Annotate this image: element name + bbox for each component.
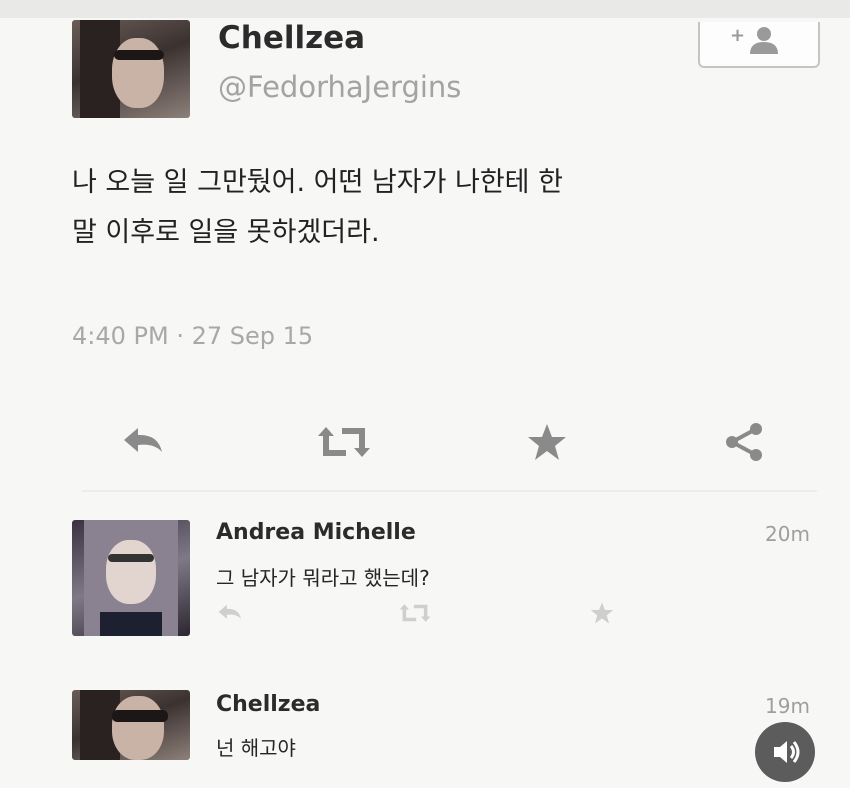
reply-avatar[interactable] bbox=[72, 520, 190, 636]
reply-author-name[interactable]: Chellzea bbox=[216, 692, 320, 717]
favorite-star-icon[interactable] bbox=[588, 600, 616, 626]
sound-button[interactable] bbox=[755, 722, 815, 782]
speaker-volume-icon bbox=[774, 741, 800, 763]
tweet-text: 나 오늘 일 그만뒀어. 어떤 남자가 나한테 한 말 이후로 일을 못하겠더라… bbox=[72, 167, 563, 248]
reply-text: 넌 해고야 bbox=[216, 736, 296, 760]
reply-icon[interactable] bbox=[216, 600, 246, 626]
retweet-icon[interactable] bbox=[312, 420, 376, 464]
divider bbox=[82, 490, 817, 492]
reply-time: 20m bbox=[765, 522, 810, 546]
add-user-icon: + bbox=[730, 25, 778, 54]
follow-button[interactable]: + bbox=[698, 22, 820, 68]
svg-text:+: + bbox=[730, 25, 745, 46]
author-name[interactable]: Chellzea bbox=[218, 20, 365, 56]
reply-text: 그 남자가 뭐라고 했는데? bbox=[216, 566, 430, 590]
reply-avatar[interactable] bbox=[72, 690, 190, 760]
reply-icon[interactable] bbox=[120, 420, 170, 464]
reply-time: 19m bbox=[765, 694, 810, 718]
top-bar bbox=[0, 0, 850, 18]
tweet-timestamp[interactable]: 4:40 PM · 27 Sep 15 bbox=[72, 322, 313, 350]
share-icon[interactable] bbox=[722, 420, 768, 464]
retweet-icon[interactable] bbox=[396, 600, 434, 626]
author-handle[interactable]: @FedorhaJergins bbox=[218, 70, 461, 104]
author-avatar[interactable] bbox=[72, 20, 190, 118]
favorite-star-icon[interactable] bbox=[524, 420, 570, 464]
reply-author-name[interactable]: Andrea Michelle bbox=[216, 520, 416, 545]
